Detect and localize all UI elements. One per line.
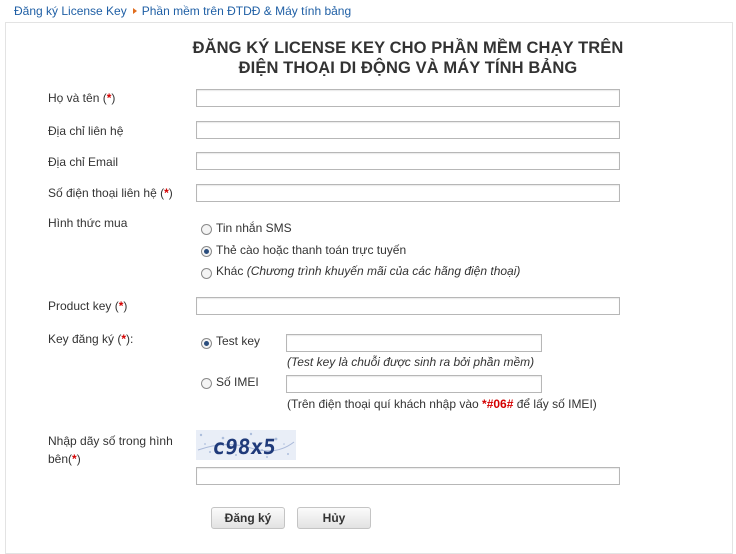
close-paren: )	[168, 186, 173, 200]
captcha-input[interactable]	[196, 467, 620, 485]
fullname-label: Họ và tên (*)	[48, 91, 115, 106]
address-label: Địa chỉ liên hệ	[48, 124, 124, 138]
radio-sms[interactable]	[201, 224, 212, 235]
captcha-image: c98x5	[196, 430, 296, 460]
imei-input[interactable]	[286, 375, 542, 393]
radio-other-label[interactable]: Khác (Chương trình khuyến mãi của các hã…	[216, 264, 520, 279]
captcha-label-line2: bên(	[48, 452, 73, 466]
product-key-label-text: Product key (	[48, 299, 119, 313]
radio-scratch-card[interactable]	[201, 246, 212, 257]
purchase-method-label: Hình thức mua	[48, 216, 128, 230]
phone-label: Số điện thoại liên hệ (*)	[48, 186, 173, 201]
product-key-label: Product key (*)	[48, 299, 127, 314]
product-key-input[interactable]	[196, 297, 620, 315]
register-key-label-suffix: ):	[126, 332, 134, 346]
close-paren: )	[111, 91, 116, 105]
radio-other-hint: (Chương trình khuyến mãi của các hãng đi…	[246, 264, 521, 278]
radio-other[interactable]	[201, 268, 212, 279]
captcha-label-line1: Nhập dãy số trong hình	[48, 434, 173, 448]
breadcrumb-link-mobile-software[interactable]: Phần mềm trên ĐTDĐ & Máy tính bảng	[142, 4, 351, 18]
email-label: Địa chỉ Email	[48, 155, 119, 169]
submit-button[interactable]: Đăng ký	[211, 507, 285, 529]
phone-input[interactable]	[196, 184, 620, 202]
breadcrumb: Đăng ký License Key Phần mềm trên ĐTDĐ & …	[14, 2, 351, 20]
close-paren: )	[123, 299, 128, 313]
radio-imei-label[interactable]: Số IMEI	[216, 375, 259, 390]
email-input[interactable]	[196, 152, 620, 170]
register-key-label-text: Key đăng ký (	[48, 332, 122, 346]
radio-imei[interactable]	[201, 378, 212, 389]
radio-test-key-label[interactable]: Test key	[216, 334, 260, 349]
captcha-text: c98x5	[211, 434, 277, 459]
fullname-label-text: Họ và tên (	[48, 91, 107, 105]
cancel-button[interactable]: Hủy	[297, 507, 371, 529]
page-title-line2: ĐIỆN THOẠI DI ĐỘNG VÀ MÁY TÍNH BẢNG	[238, 59, 578, 77]
imei-note-prefix: (Trên điện thoại quí khách nhập vào	[287, 397, 483, 411]
captcha-label: Nhập dãy số trong hình bên(*)	[48, 432, 173, 468]
phone-label-text: Số điện thoại liên hệ (	[48, 186, 165, 200]
breadcrumb-arrow-icon	[132, 7, 137, 14]
address-input[interactable]	[196, 121, 620, 139]
close-paren: )	[76, 452, 81, 466]
page-title: ĐĂNG KÝ LICENSE KEY CHO PHẦN MỀM CHẠY TR…	[0, 38, 736, 78]
page-title-line1: ĐĂNG KÝ LICENSE KEY CHO PHẦN MỀM CHẠY TR…	[192, 39, 624, 57]
radio-scratch-card-label[interactable]: Thẻ cào hoặc thanh toán trực tuyến	[216, 243, 406, 258]
radio-sms-label[interactable]: Tin nhắn SMS	[216, 221, 292, 236]
radio-test-key[interactable]	[201, 338, 212, 349]
breadcrumb-link-license-key[interactable]: Đăng ký License Key	[14, 4, 127, 18]
fullname-input[interactable]	[196, 89, 620, 107]
register-key-label: Key đăng ký (*):	[48, 332, 133, 347]
test-key-input[interactable]	[286, 334, 542, 352]
imei-note: (Trên điện thoại quí khách nhập vào *#06…	[287, 397, 597, 412]
imei-note-suffix: để lấy số IMEI)	[513, 397, 597, 411]
imei-code: *#06#	[482, 397, 514, 411]
radio-other-label-text: Khác	[216, 264, 244, 278]
test-key-note: (Test key là chuỗi được sinh ra bởi phần…	[287, 355, 535, 369]
